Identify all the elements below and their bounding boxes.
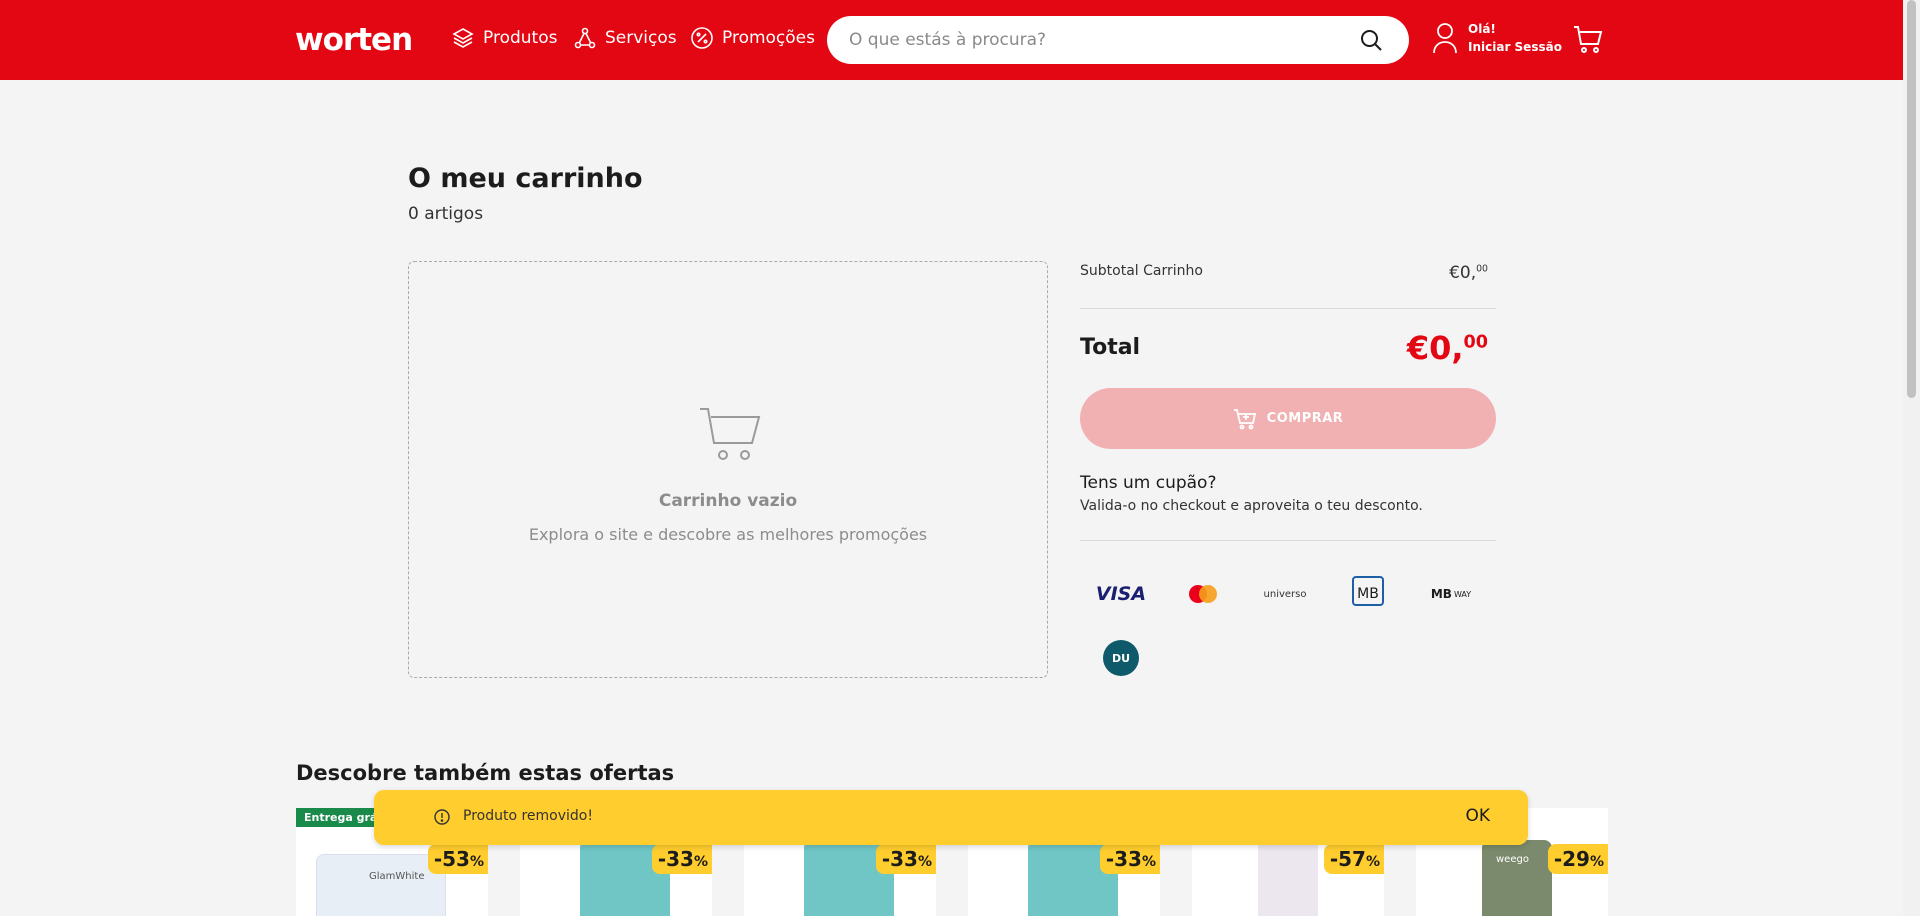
visa-logo: VISA [1095, 583, 1147, 605]
page-scrollbar[interactable] [1903, 0, 1920, 916]
toast-ok-button[interactable]: OK [1465, 806, 1490, 826]
account-greeting: Olá! [1468, 22, 1496, 36]
subtotal-row: Subtotal Carrinho €0,00 [1080, 261, 1496, 309]
empty-cart-subtitle: Explora o site e descobre as melhores pr… [528, 525, 928, 544]
subtotal-value: €0,00 [1449, 263, 1488, 283]
layers-icon [452, 28, 474, 48]
percent-badge-icon [691, 27, 713, 49]
discount-badge: -33% [651, 844, 712, 874]
info-icon [434, 809, 450, 825]
buy-button[interactable]: COMPRAR [1080, 388, 1496, 449]
empty-cart-title: Carrinho vazio [658, 491, 798, 511]
cart-icon[interactable] [1573, 24, 1603, 54]
user-icon [1433, 23, 1457, 54]
universo-logo: universo [1263, 588, 1307, 600]
search-input[interactable] [849, 16, 1349, 64]
product-image: GlamWhite [316, 854, 446, 916]
nav-promocoes-label: Promoções [722, 28, 815, 48]
total-value: €0,00 [1407, 329, 1488, 367]
offers-title: Descobre também estas ofertas [296, 761, 675, 785]
total-cents: 00 [1463, 332, 1488, 353]
discount-badge: -53% [427, 844, 488, 874]
subtotal-label: Subtotal Carrinho [1080, 263, 1203, 279]
discount-badge: -29% [1547, 844, 1608, 874]
account-login-label: Iniciar Sessão [1468, 40, 1562, 54]
discount-badge: -57% [1323, 844, 1384, 874]
search-bar [827, 16, 1409, 64]
nav-produtos[interactable]: Produtos [451, 26, 557, 50]
svg-text:MB: MB [1357, 586, 1379, 602]
buy-button-label: COMPRAR [1266, 411, 1344, 426]
discount-badge: -33% [1099, 844, 1160, 874]
cart-add-icon [1233, 408, 1256, 429]
page-title: O meu carrinho [408, 163, 643, 194]
cart-item-count: 0 artigos [408, 204, 484, 224]
multibanco-logo: MB [1338, 574, 1398, 614]
scrollbar-thumb[interactable] [1907, 0, 1916, 398]
search-icon[interactable] [1359, 28, 1383, 52]
coupon-title: Tens um cupão? [1080, 473, 1217, 493]
nav-produtos-label: Produtos [483, 28, 558, 48]
account-login[interactable]: Olá! Iniciar Sessão [1432, 20, 1562, 56]
mastercard-logo [1173, 574, 1233, 614]
coupon-subtitle: Valida-o no checkout e aproveita o teu d… [1080, 498, 1423, 514]
subtotal-cents: 00 [1476, 263, 1488, 275]
services-icon [574, 27, 596, 49]
toast-message: Produto removido! [463, 808, 593, 824]
top-header: worten Produtos Serviços Promoções Olá! … [0, 0, 1903, 80]
empty-cart-icon [700, 408, 761, 460]
total-main: €0, [1406, 329, 1464, 367]
product-image: weego [1482, 840, 1552, 916]
empty-cart-panel: Carrinho vazio Explora o site e descobre… [408, 261, 1048, 678]
discount-badge: -33% [875, 844, 936, 874]
total-label: Total [1080, 335, 1141, 360]
nav-servicos[interactable]: Serviços [573, 26, 677, 50]
subtotal-main: €0, [1449, 263, 1477, 283]
worten-logo[interactable]: worten [295, 22, 413, 58]
nav-servicos-label: Serviços [605, 28, 677, 48]
notification-toast: Produto removido! OK [374, 790, 1528, 845]
mbway-logo: MB WAY [1430, 587, 1472, 601]
summary-divider [1080, 540, 1496, 541]
du-logo: DU [1091, 638, 1151, 678]
product-image [1258, 840, 1318, 916]
nav-promocoes[interactable]: Promoções [690, 26, 815, 50]
